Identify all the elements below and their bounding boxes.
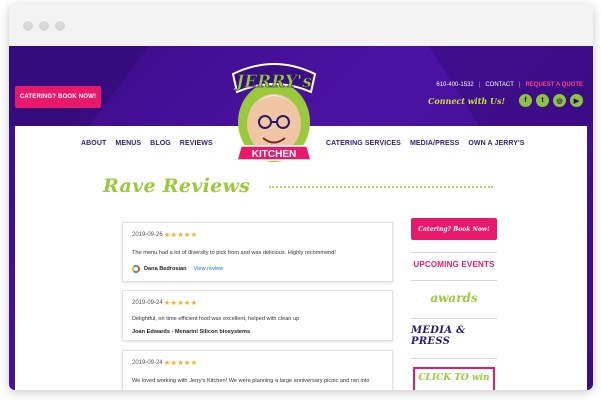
contact-link[interactable]: CONTACT: [485, 82, 514, 88]
logo-bottom-text: KITCHEN: [252, 149, 296, 160]
browser-titlebar: [9, 4, 593, 46]
review-author-row: Dana Bedrosian View review: [132, 265, 223, 273]
logo-top-text: JERRY's: [233, 72, 312, 92]
review-stars: ★★★★★: [164, 360, 198, 367]
title-dotted-divider: [269, 186, 493, 188]
nav-media-press[interactable]: MEDIA/PRESS: [410, 140, 459, 147]
review-text: Delightful, on time efficient food was e…: [132, 316, 300, 322]
youtube-icon[interactable]: ▶: [570, 94, 583, 107]
review-date: 2019-09-26: [132, 232, 163, 238]
review-stars: ★★★★★: [164, 232, 198, 239]
click-to-win-label: CLICK TO win: [413, 367, 495, 390]
review-card: 2019-09-26 ★★★★★ The menu had a lot of d…: [122, 222, 393, 282]
jerrys-kitchen-logo[interactable]: JERRY's KITCHEN: [227, 48, 321, 166]
nav-menus[interactable]: MENUS: [115, 140, 141, 147]
facebook-icon[interactable]: f: [519, 94, 532, 107]
separator: |: [478, 82, 481, 88]
website: CATERING? BOOK NOW! 610-400-1532 | CONTA…: [9, 46, 593, 390]
catering-book-now-button[interactable]: CATERING? BOOK NOW!: [15, 86, 101, 108]
main-nav-right: CATERING SERVICES MEDIA/PRESS OWN A JERR…: [326, 140, 525, 147]
review-date: 2019-09-24: [132, 300, 163, 306]
nav-own-a-jerrys[interactable]: OWN A JERRY'S: [468, 140, 524, 147]
page-title: Rave Reviews: [103, 175, 251, 197]
connect-with-us-label: Connect with Us!: [428, 96, 505, 106]
window-dot-3[interactable]: [55, 21, 65, 31]
upcoming-events-link[interactable]: UPCOMING EVENTS: [411, 252, 497, 276]
separator: |: [518, 82, 521, 88]
media-press-link[interactable]: MEDIA & PRESS: [411, 318, 497, 352]
social-icons: f t ◎ ▶: [519, 94, 583, 107]
review-text: We loved working with Jerry's Kitchen! W…: [132, 378, 370, 384]
nav-reviews[interactable]: REVIEWS: [180, 140, 213, 147]
window-dot-1[interactable]: [23, 21, 33, 31]
nav-about[interactable]: ABOUT: [81, 140, 106, 147]
review-date: 2019-09-24: [132, 360, 163, 366]
nav-catering-services[interactable]: CATERING SERVICES: [326, 140, 401, 147]
sidebar-catering-button[interactable]: Catering? Book Now!: [411, 218, 497, 240]
twitter-icon[interactable]: t: [536, 94, 549, 107]
instagram-icon[interactable]: ◎: [553, 94, 566, 107]
window-dot-2[interactable]: [39, 21, 49, 31]
view-review-link[interactable]: View review: [194, 266, 224, 272]
request-quote-link[interactable]: REQUEST A QUOTE: [525, 82, 583, 88]
review-author-row: Joan Edwards - Menarini Silicon biosyste…: [132, 329, 250, 335]
review-stars: ★★★★★: [164, 300, 198, 307]
awards-link[interactable]: awards: [411, 280, 497, 314]
browser-window: CATERING? BOOK NOW! 610-400-1532 | CONTA…: [9, 4, 593, 390]
header-contact-row: 610-400-1532 | CONTACT | REQUEST A QUOTE: [436, 82, 583, 88]
review-author: Joan Edwards - Menarini Silicon biosyste…: [132, 329, 251, 335]
main-nav-left: ABOUT MENUS BLOG REVIEWS: [81, 140, 213, 147]
review-card: 2019-09-24 ★★★★★ Delightful, on time eff…: [122, 290, 393, 341]
google-icon: [132, 265, 140, 273]
review-card: 2019-09-24 ★★★★★ We loved working with J…: [122, 350, 393, 390]
review-text: The menu had a lot of diversity to pick …: [132, 250, 336, 256]
nav-blog[interactable]: BLOG: [150, 140, 171, 147]
review-author: Dana Bedrosian: [144, 266, 187, 272]
click-to-win-banner[interactable]: CLICK TO win: [411, 358, 497, 390]
phone-number[interactable]: 610-400-1532: [436, 82, 473, 88]
